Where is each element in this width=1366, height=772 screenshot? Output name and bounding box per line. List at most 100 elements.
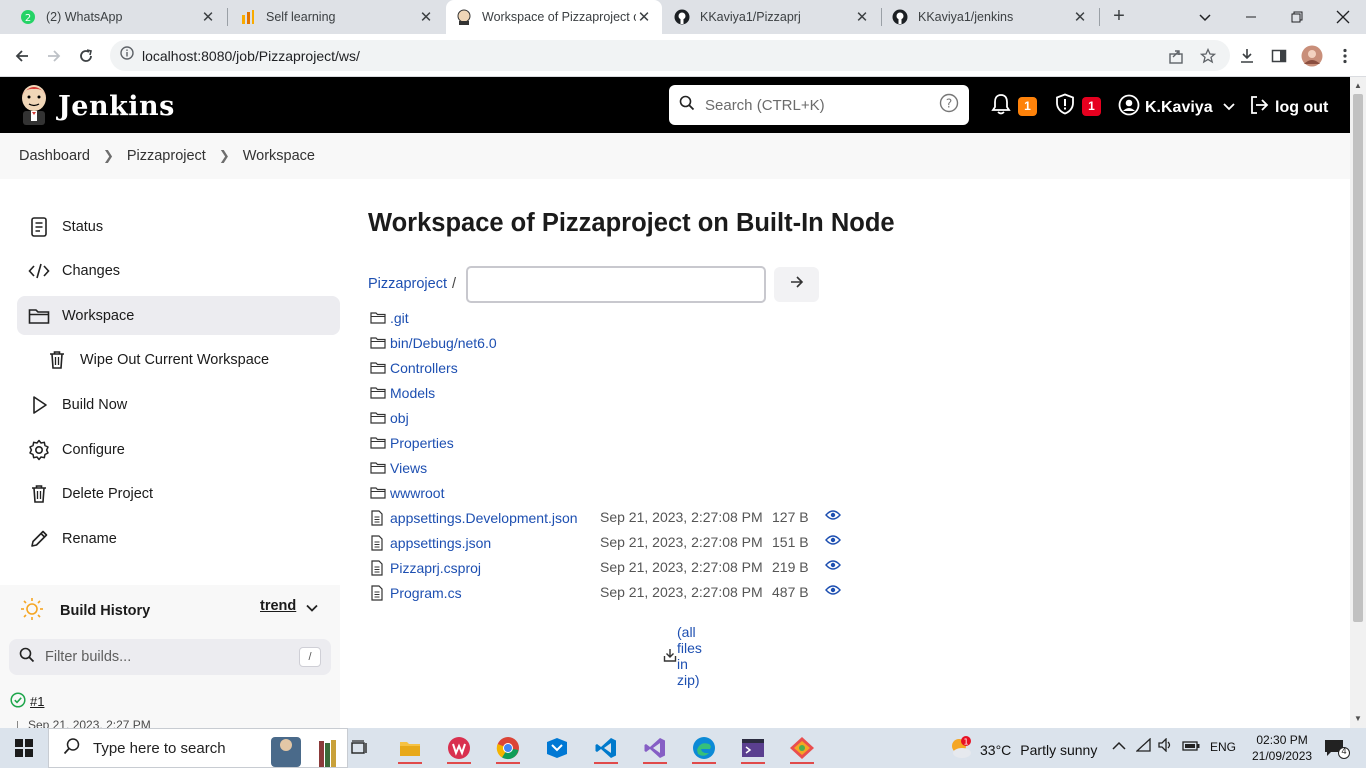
- tab-workspace[interactable]: Workspace of Pizzaproject on ✕: [446, 0, 662, 34]
- scroll-up-icon[interactable]: ▲: [1354, 81, 1362, 90]
- tab-pizzaprj[interactable]: KKaviya1/Pizzaprj ✕: [664, 0, 880, 34]
- weather-widget[interactable]: 1 33°C Partly sunny: [948, 736, 1097, 763]
- breadcrumb-dashboard[interactable]: Dashboard: [19, 148, 90, 164]
- view-eye-icon[interactable]: [825, 533, 841, 549]
- chevron-down-icon[interactable]: [306, 601, 318, 619]
- folder-row[interactable]: obj: [370, 405, 409, 430]
- tab-jenkins-repo[interactable]: KKaviya1/jenkins ✕: [882, 0, 1098, 34]
- clock[interactable]: 02:30 PM 21/09/2023: [1252, 732, 1312, 764]
- url-bar[interactable]: localhost:8080/job/Pizzaproject/ws/: [110, 40, 1230, 71]
- folder-row[interactable]: bin/Debug/net6.0: [370, 330, 497, 355]
- search-input[interactable]: Search (CTRL+K): [705, 97, 939, 114]
- wps-office-icon[interactable]: [443, 732, 475, 764]
- back-icon[interactable]: [9, 43, 35, 69]
- tab-search-icon[interactable]: [1192, 4, 1218, 30]
- security-button[interactable]: 1: [1054, 93, 1101, 120]
- folder-row[interactable]: Properties: [370, 430, 454, 455]
- tab-whatsapp[interactable]: 2 (2) WhatsApp ✕: [10, 0, 226, 34]
- trend-link[interactable]: trend: [260, 598, 296, 614]
- sidebar-item-build-now[interactable]: Build Now: [17, 385, 340, 424]
- path-input[interactable]: [466, 266, 766, 303]
- folder-row[interactable]: .git: [370, 305, 409, 330]
- browser-menu-icon[interactable]: [1332, 43, 1358, 69]
- user-menu[interactable]: K.Kaviya: [1118, 94, 1235, 121]
- new-tab-button[interactable]: +: [1108, 6, 1130, 28]
- folder-link[interactable]: Views: [390, 460, 427, 476]
- folder-link[interactable]: Models: [390, 385, 435, 401]
- close-icon[interactable]: ✕: [200, 8, 216, 26]
- folder-link[interactable]: bin/Debug/net6.0: [390, 335, 497, 351]
- go-button[interactable]: [774, 267, 819, 302]
- sidebar-item-configure[interactable]: Configure: [17, 430, 340, 469]
- reload-icon[interactable]: [73, 43, 99, 69]
- folder-row[interactable]: Models: [370, 380, 435, 405]
- speaker-icon[interactable]: [1158, 737, 1174, 755]
- info-icon[interactable]: [120, 46, 134, 65]
- restore-icon[interactable]: [1284, 4, 1310, 30]
- folder-row[interactable]: Views: [370, 455, 427, 480]
- path-root-link[interactable]: Pizzaproject: [368, 276, 447, 292]
- filter-builds-field[interactable]: Filter builds... /: [9, 639, 331, 675]
- visual-studio-icon[interactable]: [639, 732, 671, 764]
- close-window-icon[interactable]: [1330, 4, 1356, 30]
- edge-icon[interactable]: [688, 732, 720, 764]
- sidebar-item-changes[interactable]: Changes: [17, 251, 340, 290]
- network-icon[interactable]: [1135, 737, 1152, 755]
- azure-data-studio-icon[interactable]: [541, 732, 573, 764]
- notifications-button[interactable]: 1: [990, 93, 1037, 120]
- build-row[interactable]: #1: [10, 692, 44, 711]
- windows-start-icon[interactable]: [8, 732, 40, 764]
- view-eye-icon[interactable]: [825, 558, 841, 574]
- folder-link[interactable]: Properties: [390, 435, 454, 451]
- side-panel-icon[interactable]: [1266, 43, 1292, 69]
- git-extensions-icon[interactable]: [786, 732, 818, 764]
- file-explorer-icon[interactable]: [394, 732, 426, 764]
- page-scrollbar[interactable]: ▲ ▼: [1350, 77, 1366, 728]
- sidebar-item-workspace[interactable]: Workspace: [17, 296, 340, 335]
- file-link[interactable]: Program.cs: [390, 585, 462, 601]
- share-icon[interactable]: [1163, 43, 1189, 69]
- file-link[interactable]: appsettings.Development.json: [390, 510, 578, 526]
- sidebar-item-status[interactable]: Status: [17, 207, 340, 246]
- close-icon[interactable]: ✕: [636, 8, 652, 26]
- breadcrumb-pizzaproject[interactable]: Pizzaproject: [127, 148, 206, 164]
- folder-link[interactable]: wwwroot: [390, 485, 444, 501]
- breadcrumb-workspace[interactable]: Workspace: [243, 148, 315, 164]
- file-link[interactable]: appsettings.json: [390, 535, 491, 551]
- search-box[interactable]: Search (CTRL+K) ?: [669, 85, 969, 125]
- build-number-link[interactable]: #1: [30, 694, 44, 709]
- close-icon[interactable]: ✕: [854, 8, 870, 26]
- vscode-icon[interactable]: [590, 732, 622, 764]
- help-icon[interactable]: ?: [939, 93, 959, 118]
- folder-link[interactable]: .git: [390, 310, 409, 326]
- taskbar-search-box[interactable]: Type here to search: [48, 728, 348, 768]
- filter-builds-input[interactable]: Filter builds...: [45, 649, 299, 665]
- task-view-icon[interactable]: [344, 732, 376, 764]
- logout-button[interactable]: log out: [1248, 94, 1328, 121]
- close-icon[interactable]: ✕: [418, 8, 434, 26]
- download-all-zip-link[interactable]: (all files in zip): [663, 624, 702, 688]
- terminal-app-icon[interactable]: [737, 732, 769, 764]
- sidebar-item-wipe-workspace[interactable]: Wipe Out Current Workspace: [17, 340, 340, 379]
- scrollbar-thumb[interactable]: [1353, 94, 1363, 622]
- sidebar-item-delete-project[interactable]: Delete Project: [17, 474, 340, 513]
- notification-center-icon[interactable]: 4: [1320, 732, 1352, 764]
- language-indicator[interactable]: ENG: [1210, 740, 1236, 754]
- forward-icon[interactable]: [41, 43, 67, 69]
- folder-link[interactable]: Controllers: [390, 360, 458, 376]
- tab-self-learning[interactable]: Self learning ✕: [230, 0, 444, 34]
- folder-row[interactable]: Controllers: [370, 355, 458, 380]
- folder-row[interactable]: wwwroot: [370, 480, 444, 505]
- profile-avatar-icon[interactable]: [1299, 43, 1325, 69]
- file-link[interactable]: Pizzaprj.csproj: [390, 560, 481, 576]
- scroll-down-icon[interactable]: ▼: [1354, 714, 1362, 723]
- close-icon[interactable]: ✕: [1072, 8, 1088, 26]
- bookmark-star-icon[interactable]: [1195, 43, 1221, 69]
- sidebar-item-rename[interactable]: Rename: [17, 519, 340, 558]
- minimize-icon[interactable]: [1238, 4, 1264, 30]
- taskbar-search-input[interactable]: Type here to search: [93, 740, 226, 757]
- battery-icon[interactable]: [1182, 740, 1200, 754]
- chrome-icon[interactable]: [492, 732, 524, 764]
- download-icon[interactable]: [1234, 43, 1260, 69]
- jenkins-logo[interactable]: Jenkins: [18, 83, 175, 130]
